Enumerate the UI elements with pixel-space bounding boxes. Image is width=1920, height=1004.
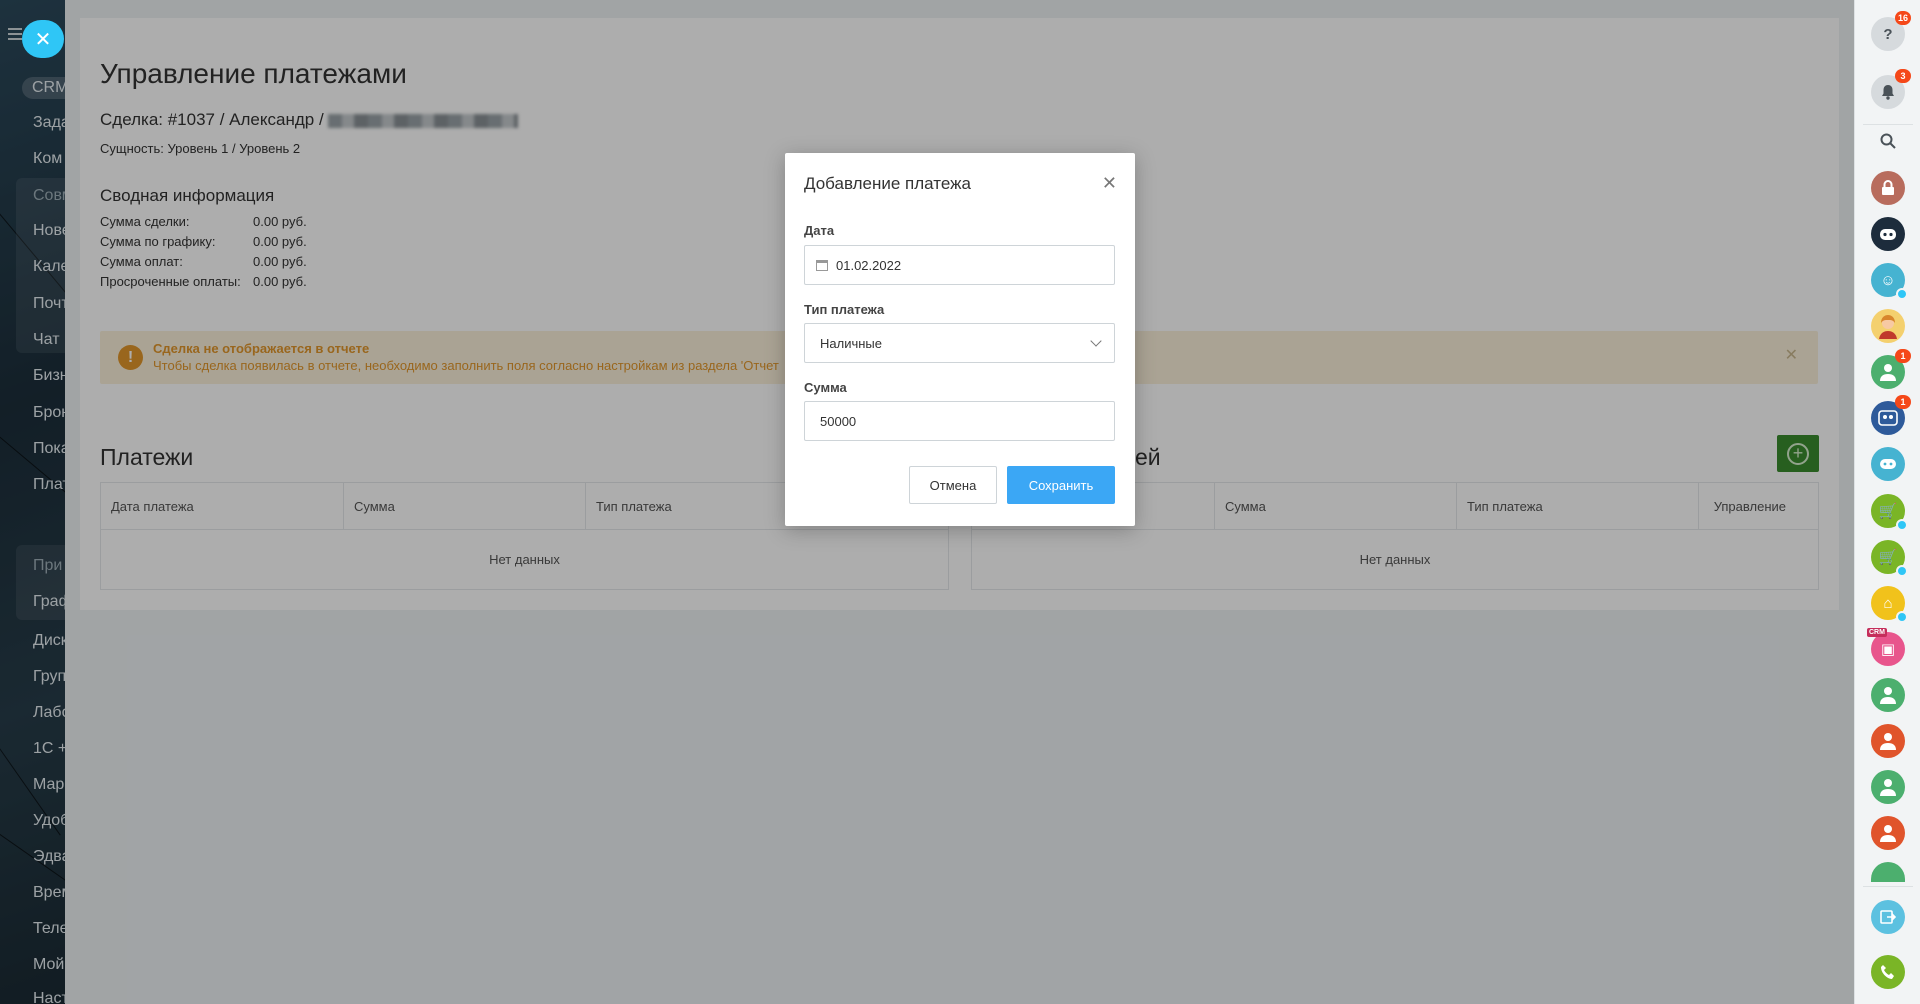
close-icon: ✕	[34, 28, 52, 51]
cancel-button[interactable]: Отмена	[909, 466, 997, 504]
date-input[interactable]	[828, 246, 1114, 284]
robot-icon[interactable]	[1871, 217, 1905, 251]
user-icon[interactable]	[1871, 678, 1905, 712]
sum-input[interactable]	[805, 402, 1114, 440]
lock-badge	[1896, 611, 1908, 623]
shop-bot-icon[interactable]: 🛒	[1871, 494, 1908, 531]
lock-icon[interactable]	[1871, 171, 1905, 205]
bot-avatar-icon[interactable]: ☺	[1871, 263, 1908, 300]
sum-label: Сумма	[804, 380, 847, 395]
user-icon[interactable]: 1	[1871, 349, 1911, 389]
lock-badge	[1896, 565, 1908, 577]
chevron-down-icon	[1090, 335, 1102, 347]
screen-share-icon[interactable]	[1871, 900, 1905, 934]
group-chat-icon[interactable]: 1	[1871, 395, 1911, 435]
right-sidebar: ? 16 3 ☺ 1 1 🛒 🛒 ⌂ ▣ CRM	[1854, 0, 1920, 1004]
avatar[interactable]	[1871, 309, 1905, 343]
date-field[interactable]	[804, 245, 1115, 285]
search-icon[interactable]	[1871, 124, 1905, 158]
modal-title: Добавление платежа	[804, 174, 971, 193]
unread-badge: 1	[1895, 349, 1911, 363]
notifications-badge: 3	[1895, 69, 1911, 83]
shop-bot-icon[interactable]: 🛒	[1871, 540, 1908, 577]
user-icon[interactable]	[1871, 816, 1905, 850]
user-icon[interactable]	[1871, 862, 1905, 882]
close-slider-button[interactable]: ✕	[22, 20, 64, 58]
payment-type-select[interactable]: Наличные	[804, 323, 1115, 363]
lock-badge	[1896, 519, 1908, 531]
help-badge: 16	[1894, 11, 1911, 25]
payment-type-value: Наличные	[820, 335, 882, 351]
close-icon[interactable]: ✕	[1102, 173, 1117, 194]
divider	[1863, 886, 1913, 887]
help-icon[interactable]: ? 16	[1871, 11, 1911, 51]
bot-icon[interactable]	[1871, 447, 1905, 481]
date-label: Дата	[804, 223, 835, 238]
user-icon[interactable]	[1871, 724, 1905, 758]
phone-icon[interactable]	[1871, 955, 1905, 989]
crm-tag: CRM	[1867, 628, 1887, 637]
crm-chat-icon[interactable]: ▣ CRM	[1867, 628, 1905, 666]
payment-type-label: Тип платежа	[804, 302, 885, 317]
add-payment-modal: Добавление платежа ✕ Дата Тип платежа На…	[785, 153, 1135, 526]
save-button[interactable]: Сохранить	[1007, 466, 1115, 504]
unread-badge: 1	[1895, 395, 1911, 409]
calendar-icon	[816, 259, 828, 271]
user-icon[interactable]	[1871, 770, 1905, 804]
sum-field[interactable]	[804, 401, 1115, 441]
lock-badge	[1896, 288, 1908, 300]
bell-icon[interactable]: 3	[1871, 69, 1911, 109]
house-icon[interactable]: ⌂	[1871, 586, 1908, 623]
